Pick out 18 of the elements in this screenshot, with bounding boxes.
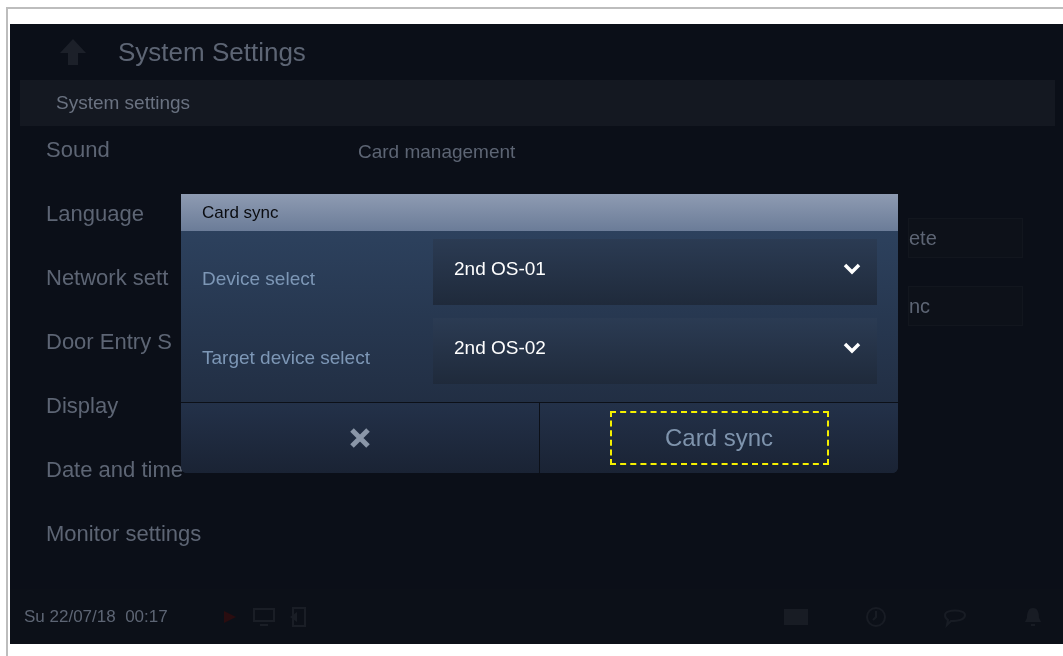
dialog-title: Card sync — [181, 194, 898, 231]
field-label: Device select — [202, 267, 316, 290]
panel-button[interactable]: nc — [908, 286, 1023, 326]
screen-title: System Settings — [118, 36, 306, 68]
card-sync-button[interactable]: Card sync — [609, 411, 829, 465]
status-datetime: Su 22/07/18 00:17 — [24, 606, 168, 627]
field-label: Target device select — [202, 346, 371, 369]
cancel-button[interactable] — [181, 403, 539, 473]
device-dropdown[interactable]: 2nd OS-01 — [433, 239, 877, 305]
chevron-down-icon — [843, 263, 861, 275]
chevron-down-icon — [843, 342, 861, 354]
sidebar-item[interactable]: Monitor settings — [10, 514, 330, 578]
panel-title: Card management — [358, 141, 517, 163]
close-icon — [349, 427, 371, 449]
sidebar-item[interactable]: Sound — [10, 130, 330, 194]
device-dropdown[interactable]: 2nd OS-02 — [433, 318, 877, 384]
panel-button[interactable]: ete — [908, 218, 1023, 258]
section-title: System settings — [56, 92, 191, 114]
